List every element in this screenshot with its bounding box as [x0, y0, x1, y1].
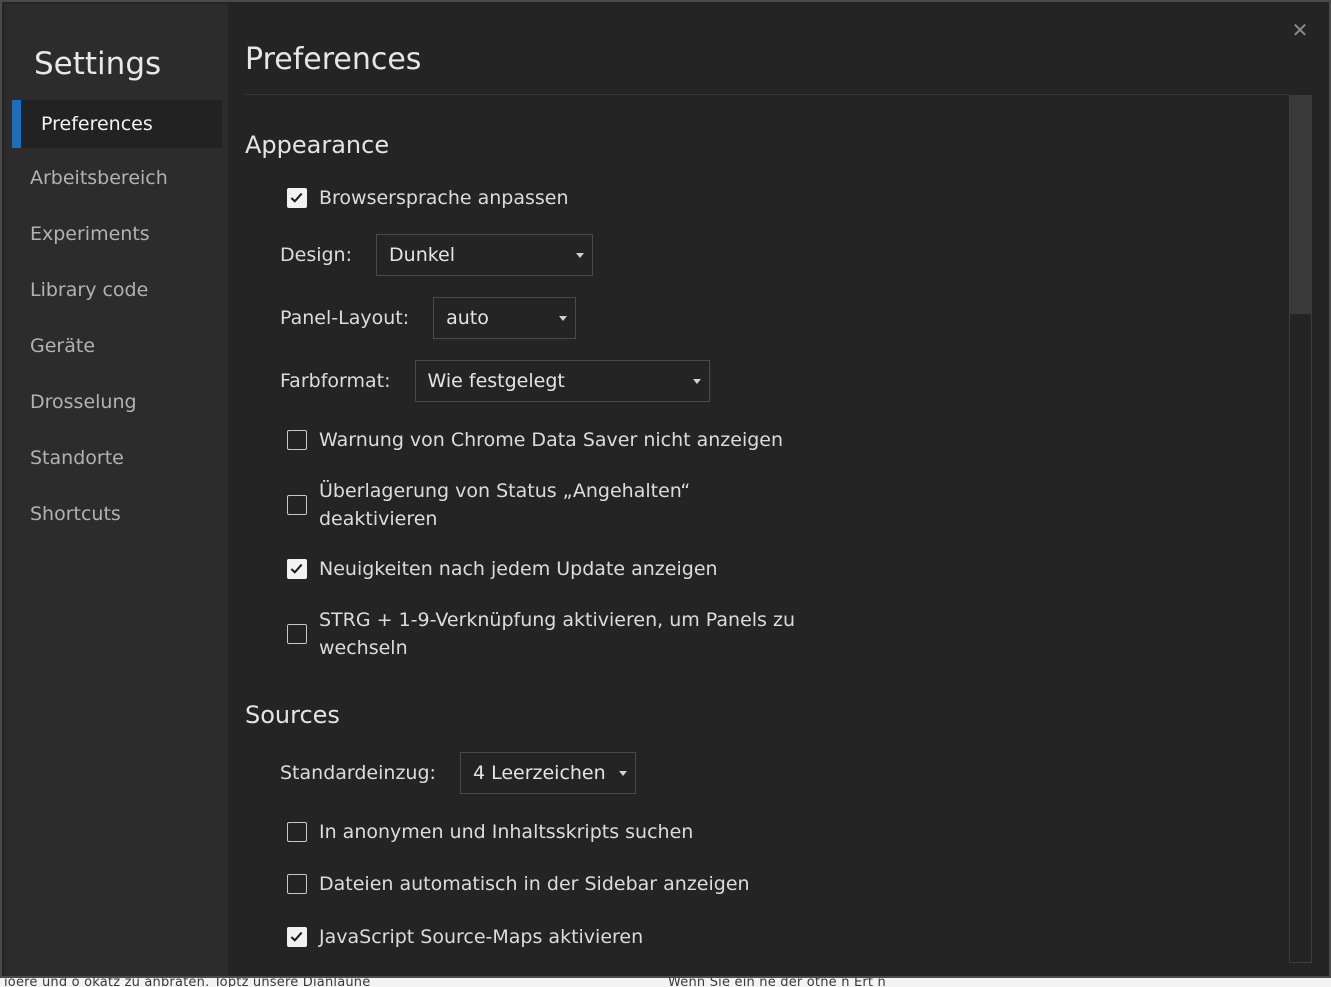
sidebar-item-preferences[interactable]: Preferences: [12, 100, 222, 148]
sidebar-item-label: Arbeitsbereich: [30, 167, 168, 189]
setting-design: Design: Dunkel: [280, 234, 594, 276]
dropdown-arrow-icon: [576, 253, 585, 258]
setting-panel-layout: Panel-Layout: auto: [280, 297, 577, 339]
checkbox-data-saver-warning[interactable]: [287, 430, 307, 450]
sidebar-item-standorte[interactable]: Standorte: [12, 434, 222, 482]
settings-sidebar: Settings Preferences Arbeitsbereich Expe…: [4, 4, 228, 976]
panel-layout-select[interactable]: auto: [433, 297, 577, 339]
sidebar-item-label: Experiments: [30, 223, 150, 245]
setting-paused-overlay[interactable]: Überlagerung von Status „Angehalten“ dea…: [287, 477, 717, 533]
sidebar-item-drosselung[interactable]: Drosselung: [12, 378, 222, 426]
checkmark-icon: [290, 192, 303, 203]
select-value: Wie festgelegt: [427, 370, 565, 392]
sidebar-item-shortcuts[interactable]: Shortcuts: [12, 490, 222, 538]
select-value: 4 Leerzeichen: [472, 762, 606, 784]
setting-whats-new[interactable]: Neuigkeiten nach jedem Update anzeigen: [287, 555, 807, 583]
checkbox-label: STRG + 1-9-Verknüpfung aktivieren, um Pa…: [319, 609, 796, 659]
sidebar-item-library-code[interactable]: Library code: [12, 266, 222, 314]
checkbox-auto-reveal[interactable]: [287, 874, 307, 894]
select-label: Farbformat:: [280, 370, 391, 392]
sidebar-item-label: Drosselung: [30, 391, 137, 413]
color-format-select[interactable]: Wie festgelegt: [414, 360, 710, 402]
checkbox-label: Dateien automatisch in der Sidebar anzei…: [319, 873, 750, 895]
setting-auto-reveal[interactable]: Dateien automatisch in der Sidebar anzei…: [287, 870, 807, 898]
checkbox-label: Warnung von Chrome Data Saver nicht anze…: [319, 429, 784, 451]
design-select[interactable]: Dunkel: [376, 234, 594, 276]
checkbox-label: Neuigkeiten nach jedem Update anzeigen: [319, 558, 718, 580]
settings-dialog: Settings Preferences Arbeitsbereich Expe…: [0, 0, 1331, 978]
checkbox-ctrl-shortcut[interactable]: [287, 624, 307, 644]
checkbox-label: Browsersprache anpassen: [319, 187, 569, 209]
select-value: auto: [446, 307, 489, 329]
sidebar-item-label: Shortcuts: [30, 503, 121, 525]
setting-data-saver-warning[interactable]: Warnung von Chrome Data Saver nicht anze…: [287, 426, 807, 454]
section-heading-sources: Sources: [245, 701, 340, 729]
setting-ctrl-shortcut[interactable]: STRG + 1-9-Verknüpfung aktivieren, um Pa…: [287, 606, 807, 662]
setting-color-format: Farbformat: Wie festgelegt: [280, 360, 710, 402]
sidebar-item-arbeitsbereich[interactable]: Arbeitsbereich: [12, 154, 222, 202]
checkbox-paused-overlay[interactable]: [287, 495, 307, 515]
content-scrollbar[interactable]: [1289, 95, 1312, 963]
checkbox-whats-new[interactable]: [287, 559, 307, 579]
scrollbar-thumb[interactable]: [1290, 96, 1311, 314]
close-icon: ✕: [1291, 18, 1309, 42]
dropdown-arrow-icon: [559, 316, 568, 321]
sidebar-item-label: Standorte: [30, 447, 124, 469]
checkbox-search-anonymous[interactable]: [287, 822, 307, 842]
checkbox-source-maps[interactable]: [287, 927, 307, 947]
default-indent-select[interactable]: 4 Leerzeichen: [459, 752, 636, 794]
sidebar-item-label: Preferences: [41, 113, 153, 135]
setting-browser-language[interactable]: Browsersprache anpassen: [287, 184, 807, 212]
checkbox-label: In anonymen und Inhaltsskripts suchen: [319, 821, 694, 843]
section-heading-appearance: Appearance: [245, 131, 390, 159]
checkbox-label: Überlagerung von Status „Angehalten“ dea…: [319, 480, 691, 530]
page-title: Preferences: [245, 42, 422, 77]
select-label: Standardeinzug:: [280, 762, 436, 784]
close-button[interactable]: ✕: [1288, 18, 1312, 42]
sidebar-item-label: Geräte: [30, 335, 96, 357]
title-divider: [245, 94, 1287, 95]
checkmark-icon: [290, 563, 303, 574]
sidebar-item-experiments[interactable]: Experiments: [12, 210, 222, 258]
select-label: Design:: [280, 244, 353, 266]
setting-default-indent: Standardeinzug: 4 Leerzeichen: [280, 752, 636, 794]
dropdown-arrow-icon: [618, 771, 627, 776]
select-value: Dunkel: [389, 244, 456, 266]
sidebar-title: Settings: [34, 46, 162, 82]
sidebar-item-label: Library code: [30, 279, 149, 301]
checkmark-icon: [290, 931, 303, 942]
select-label: Panel-Layout:: [280, 307, 410, 329]
sidebar-item-geraete[interactable]: Geräte: [12, 322, 222, 370]
checkbox-browser-language[interactable]: [287, 188, 307, 208]
dropdown-arrow-icon: [692, 379, 701, 384]
checkbox-label: JavaScript Source-Maps aktivieren: [319, 926, 644, 948]
setting-search-anonymous[interactable]: In anonymen und Inhaltsskripts suchen: [287, 818, 807, 846]
setting-source-maps[interactable]: JavaScript Source-Maps aktivieren: [287, 923, 807, 951]
